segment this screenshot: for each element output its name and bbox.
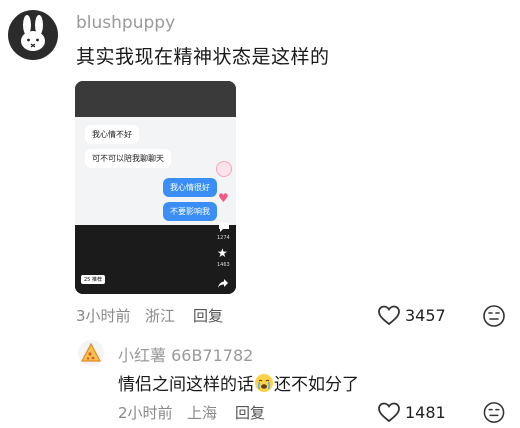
comment-count: 1274 [217, 235, 230, 241]
chat-bubble-right: 我心情很好 [163, 178, 217, 197]
reaction-button[interactable] [482, 304, 506, 332]
heart-icon: ♥ [218, 191, 229, 205]
neutral-face-icon [483, 305, 505, 327]
star-icon: ★ [217, 246, 228, 260]
comment-icon [218, 221, 230, 235]
pizza-avatar-icon [81, 342, 101, 362]
bunny-avatar-icon [21, 15, 45, 51]
star-count: 1463 [217, 262, 230, 268]
reply-like-button[interactable] [377, 401, 401, 427]
reply-time: 2小时前 [118, 404, 173, 422]
crying-face-emoji-icon [255, 373, 273, 392]
username[interactable]: blushpuppy [76, 13, 175, 33]
share-icon [217, 277, 229, 291]
video-badge: 25 推荐 [81, 275, 105, 284]
chat-bubble-left: 我心情不好 [85, 125, 139, 144]
neutral-face-icon [483, 402, 505, 423]
comment-time: 3小时前 [76, 307, 131, 325]
reply-text-part1: 情侣之间这样的话 [118, 375, 254, 395]
reply-location: 上海 [187, 404, 218, 422]
video-thumbnail[interactable]: 我心情不好 可不可以陪我聊聊天 我心情很好 不要影响我 ♥ 1274 ★ 146… [75, 81, 236, 294]
reply-text: 情侣之间这样的话 还不如分了 [118, 370, 359, 395]
like-button[interactable] [377, 304, 401, 330]
chat-avatar [216, 161, 232, 177]
avatar[interactable] [8, 10, 58, 60]
reply-username[interactable]: 小红薯 66B71782 [118, 342, 253, 366]
heart-outline-icon [378, 305, 400, 326]
reply-reply-button[interactable]: 回复 [235, 402, 265, 423]
chat-bubble-left: 可不可以陪我聊聊天 [85, 149, 171, 168]
comment-text: 其实我现在精神状态是这样的 [76, 46, 330, 68]
reply-avatar[interactable] [78, 340, 104, 366]
reply-text-part2: 还不如分了 [274, 375, 359, 395]
like-count: 3457 [405, 306, 446, 325]
reply-like-count: 1481 [405, 403, 446, 422]
reply-button[interactable]: 回复 [193, 305, 223, 326]
heart-outline-icon [378, 402, 400, 423]
video-top-area [75, 81, 236, 117]
chat-bubble-right: 不要影响我 [163, 202, 217, 221]
comment-location: 浙江 [145, 307, 176, 325]
